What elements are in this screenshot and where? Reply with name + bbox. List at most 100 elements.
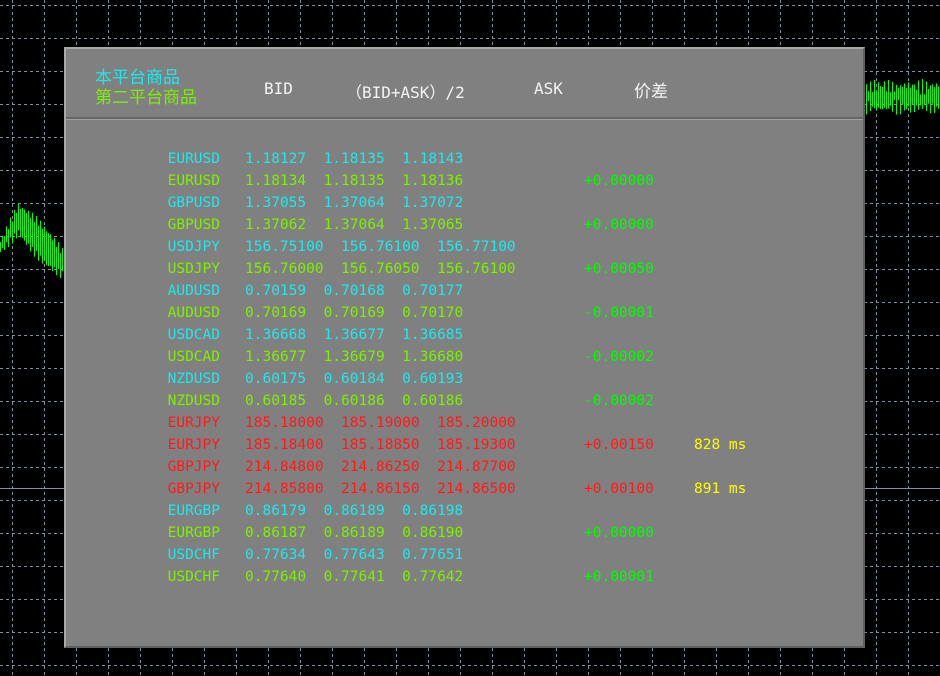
spread-value: -0.00001: [584, 305, 654, 321]
symbol: USDCAD: [167, 349, 220, 365]
ask-value: 0.77651: [402, 547, 464, 563]
ask-value: 1.37065: [402, 217, 464, 233]
ask-value: 0.70177: [402, 283, 464, 299]
header-divider: [66, 117, 863, 120]
latency-value: 891 ms: [694, 481, 747, 497]
symbol: EURUSD: [167, 173, 220, 189]
mid-value: 1.37064: [323, 195, 385, 211]
symbol: NZDUSD: [167, 371, 220, 387]
symbol: USDCAD: [167, 327, 220, 343]
symbol: GBPUSD: [167, 195, 220, 211]
symbol: GBPUSD: [167, 217, 220, 233]
title-secondary-platform: 第二平台商品: [95, 88, 197, 108]
price-comparison-panel: 本平台商品 第二平台商品 BID （BID+ASK）/2 ASK 价差 EURU…: [64, 47, 865, 648]
symbol: AUDUSD: [167, 305, 220, 321]
ask-value: 1.36685: [402, 327, 464, 343]
bid-value: 0.77634: [245, 547, 307, 563]
mid-value: 185.19000: [341, 415, 420, 431]
spread-value: -0.00002: [584, 393, 654, 409]
mid-value: 185.18850: [341, 437, 420, 453]
mid-value: 1.18135: [323, 151, 385, 167]
symbol: NZDUSD: [167, 393, 220, 409]
spread-value: -0.00002: [584, 349, 654, 365]
spread-value: +0.00150: [584, 437, 654, 453]
mid-value: 0.77641: [323, 569, 385, 585]
spread-value: +0.00001: [584, 569, 654, 585]
mid-value: 0.60186: [323, 393, 385, 409]
bid-value: 1.37062: [245, 217, 307, 233]
symbol: EURGBP: [167, 503, 220, 519]
symbol: USDCHF: [167, 547, 220, 563]
ask-value: 1.18136: [402, 173, 464, 189]
symbol: USDJPY: [167, 261, 220, 277]
ask-value: 1.37072: [402, 195, 464, 211]
bid-value: 0.60185: [245, 393, 307, 409]
bid-value: 0.77640: [245, 569, 307, 585]
bid-value: 1.18134: [245, 173, 307, 189]
symbol: USDCHF: [167, 569, 220, 585]
header-spread: 价差: [634, 82, 668, 102]
title-primary-platform: 本平台商品: [95, 68, 180, 88]
ask-value: 1.36680: [402, 349, 464, 365]
ask-value: 185.19300: [437, 437, 516, 453]
latency-value: 828 ms: [694, 437, 747, 453]
spread-value: +0.00000: [584, 173, 654, 189]
mid-value: 1.36677: [323, 327, 385, 343]
ask-value: 156.77100: [437, 239, 516, 255]
mid-value: 0.86189: [323, 525, 385, 541]
mid-value: 214.86250: [341, 459, 420, 475]
bid-value: 0.70159: [245, 283, 307, 299]
mid-value: 0.70169: [323, 305, 385, 321]
header-mid: （BID+ASK）/2: [346, 83, 465, 102]
header-ask: ASK: [534, 79, 563, 98]
mid-value: 0.86189: [323, 503, 385, 519]
bid-value: 185.18000: [245, 415, 324, 431]
mid-value: 0.60184: [323, 371, 385, 387]
mid-value: 0.77643: [323, 547, 385, 563]
bid-value: 0.86179: [245, 503, 307, 519]
ask-value: 0.60193: [402, 371, 464, 387]
mid-value: 1.37064: [323, 217, 385, 233]
bid-value: 0.86187: [245, 525, 307, 541]
symbol: EURJPY: [167, 415, 220, 431]
symbol: EURJPY: [167, 437, 220, 453]
symbol: GBPJPY: [167, 459, 220, 475]
symbol: AUDUSD: [167, 283, 220, 299]
bid-value: 0.70169: [245, 305, 307, 321]
spread-value: +0.00100: [584, 481, 654, 497]
spread-value: +0.00000: [584, 217, 654, 233]
ask-value: 185.20000: [437, 415, 516, 431]
ask-value: 0.77642: [402, 569, 464, 585]
mid-value: 156.76050: [341, 261, 420, 277]
ask-value: 0.70170: [402, 305, 464, 321]
bid-value: 214.84800: [245, 459, 324, 475]
ask-value: 214.87700: [437, 459, 516, 475]
ask-value: 0.60186: [402, 393, 464, 409]
bid-value: 185.18400: [245, 437, 324, 453]
ask-value: 156.76100: [437, 261, 516, 277]
symbol: USDJPY: [167, 239, 220, 255]
mid-value: 1.36679: [323, 349, 385, 365]
ask-value: 0.86198: [402, 503, 464, 519]
ask-value: 1.18143: [402, 151, 464, 167]
symbol: EURUSD: [167, 151, 220, 167]
ask-value: 214.86500: [437, 481, 516, 497]
bid-value: 1.36677: [245, 349, 307, 365]
mid-value: 1.18135: [323, 173, 385, 189]
mid-value: 156.76100: [341, 239, 420, 255]
mid-value: 214.86150: [341, 481, 420, 497]
spread-value: +0.00000: [584, 525, 654, 541]
bid-value: 0.60175: [245, 371, 307, 387]
ask-value: 0.86190: [402, 525, 464, 541]
bid-value: 1.18127: [245, 151, 307, 167]
mid-value: 0.70168: [323, 283, 385, 299]
symbol: GBPJPY: [167, 481, 220, 497]
symbol: EURGBP: [167, 525, 220, 541]
spread-value: +0.00050: [584, 261, 654, 277]
bid-value: 156.75100: [245, 239, 324, 255]
bid-value: 1.36668: [245, 327, 307, 343]
bid-value: 214.85800: [245, 481, 324, 497]
bid-value: 1.37055: [245, 195, 307, 211]
header-bid: BID: [264, 79, 293, 98]
bid-value: 156.76000: [245, 261, 324, 277]
